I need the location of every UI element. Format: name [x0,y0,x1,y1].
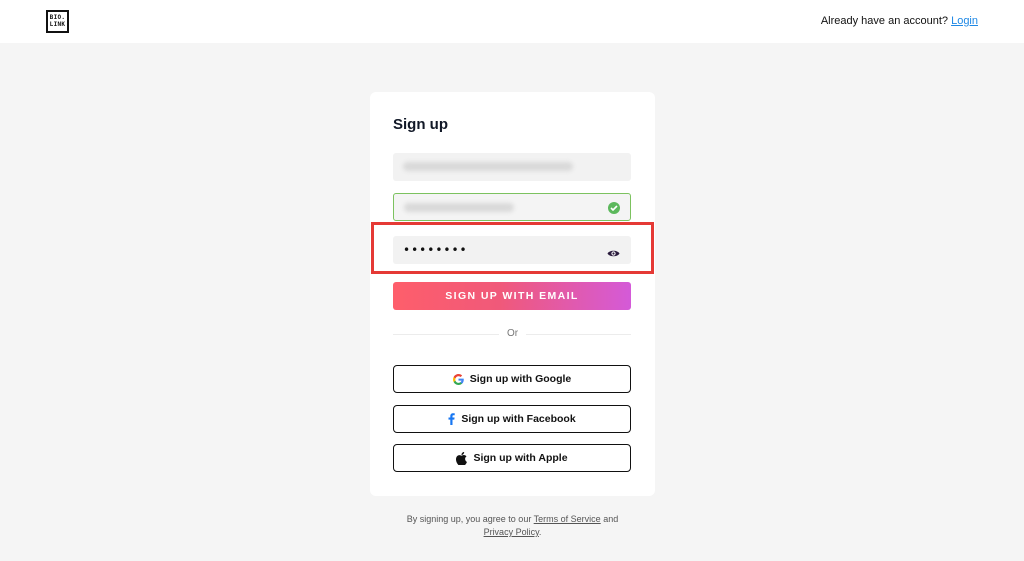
page-title: Sign up [393,116,448,133]
google-button-label: Sign up with Google [469,373,572,385]
username-field[interactable] [393,193,631,221]
logo-line-2: LINK [49,21,66,28]
account-prompt: Already have an account? Login [821,15,978,27]
account-text: Already have an account? [820,15,949,27]
facebook-icon [448,413,456,425]
terms-and: and [603,514,619,524]
redacted-email-value [403,162,573,171]
biolink-logo[interactable]: BIO. LINK [46,10,69,33]
email-field[interactable] [393,153,631,181]
logo-line-1: BIO. [49,14,66,21]
apple-signup-button[interactable]: Sign up with Apple [393,444,631,472]
terms-suffix: . [538,527,542,537]
google-icon [452,373,464,385]
apple-icon [456,451,468,465]
terms-link[interactable]: Terms of Service [534,514,601,524]
signup-card: Sign up SIGN UP WITH EMAIL Or [370,92,655,496]
or-divider: Or [370,328,655,339]
or-label: Or [498,328,527,339]
password-highlight-box [371,222,654,274]
facebook-signup-button[interactable]: Sign up with Facebook [393,405,631,433]
facebook-button-label: Sign up with Facebook [461,413,576,425]
terms-notice: By signing up, you agree to our Terms of… [370,513,655,539]
check-circle-icon [608,202,620,214]
login-link[interactable]: Login [951,15,978,27]
apple-button-label: Sign up with Apple [473,452,568,464]
google-signup-button[interactable]: Sign up with Google [393,365,631,393]
redacted-username-value [404,203,514,212]
terms-prefix: By signing up, you agree to our [406,514,532,524]
top-bar: BIO. LINK Already have an account? Login [0,0,1024,43]
privacy-link[interactable]: Privacy Policy [484,527,539,537]
signup-email-button[interactable]: SIGN UP WITH EMAIL [393,282,631,310]
